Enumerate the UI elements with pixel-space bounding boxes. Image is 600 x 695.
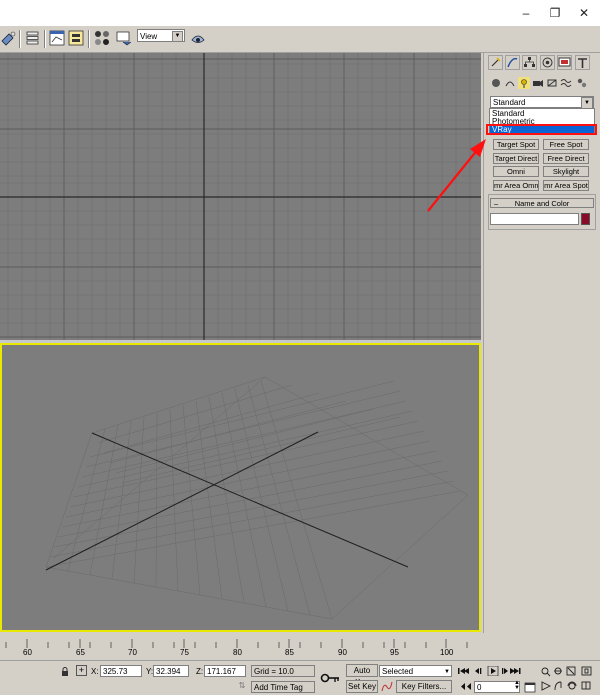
render-view-select[interactable]: View ▼ xyxy=(137,29,185,42)
key-curve-icon[interactable] xyxy=(380,680,394,693)
helpers-icon[interactable] xyxy=(546,77,558,89)
create-icon xyxy=(491,57,501,67)
rollout-title: Name and Color xyxy=(514,199,570,208)
x-label: X: xyxy=(91,667,99,676)
time-tag-icon[interactable]: ⇅ xyxy=(236,681,248,693)
hierarchy-icon xyxy=(524,57,535,67)
light-type-select[interactable]: Standard ▼ xyxy=(490,96,594,109)
timeline[interactable]: 60 65 70 75 80 85 90 95 100 xyxy=(0,636,481,660)
status-bar: + X: 325.73 Y: 32.394 Z: 171.167 Grid = … xyxy=(0,660,600,695)
tab-hierarchy[interactable] xyxy=(522,55,537,70)
close-button[interactable]: ✕ xyxy=(570,0,598,26)
curve-editor-icon[interactable] xyxy=(48,29,66,47)
layer-manager-icon[interactable] xyxy=(24,29,42,47)
tab-motion[interactable] xyxy=(540,55,555,70)
mr-area-spot-button[interactable]: mr Area Spot xyxy=(543,180,589,191)
y-coordinate-field[interactable]: 32.394 xyxy=(153,665,189,677)
tick-label: 90 xyxy=(338,648,347,657)
viewport-navigation-controls[interactable] xyxy=(540,666,600,694)
display-icon xyxy=(558,57,571,67)
annotation-arrow-icon xyxy=(427,139,486,212)
set-key-button[interactable]: Set Key xyxy=(346,680,378,693)
tick-label: 80 xyxy=(233,648,242,657)
render-setup-icon[interactable] xyxy=(115,29,133,47)
minimize-button[interactable]: – xyxy=(512,0,540,26)
utilities-icon xyxy=(578,58,587,68)
tab-modify[interactable] xyxy=(505,55,520,70)
key-mode-select[interactable]: Selected ▼ xyxy=(379,665,452,677)
tick-label: 65 xyxy=(76,648,85,657)
tab-display[interactable] xyxy=(557,55,572,70)
free-spot-button[interactable]: Free Spot xyxy=(543,139,589,150)
perspective-viewport[interactable] xyxy=(0,343,481,632)
annotation-highlight-box xyxy=(486,124,597,135)
key-filters-button[interactable]: Key Filters... xyxy=(396,680,452,693)
lock-icon[interactable] xyxy=(61,667,69,676)
z-coordinate-field[interactable]: 171.167 xyxy=(204,665,246,677)
tick-label: 75 xyxy=(180,648,189,657)
frame-spinner[interactable]: ▲ ▼ xyxy=(514,680,521,692)
free-direct-button[interactable]: Free Direct xyxy=(543,153,589,164)
shapes-icon[interactable] xyxy=(504,77,516,89)
material-editor-icon[interactable] xyxy=(93,29,111,47)
tab-create[interactable] xyxy=(488,55,503,70)
command-panel: Standard ▼ Standard Photometric VRay Tar… xyxy=(483,53,600,633)
time-configuration-icon[interactable] xyxy=(524,681,536,693)
main-toolbar: View ▼ xyxy=(0,26,600,53)
skylight-button[interactable]: Skylight xyxy=(543,166,589,177)
target-direct-button[interactable]: Target Direct xyxy=(493,153,539,164)
modify-icon xyxy=(507,57,518,68)
auto-key-button[interactable]: Auto Key xyxy=(346,664,378,687)
object-color-swatch[interactable] xyxy=(581,213,590,225)
tick-label: 100 xyxy=(440,648,454,657)
add-time-tag-button[interactable]: Add Time Tag xyxy=(251,681,315,693)
omni-button[interactable]: Omni xyxy=(493,166,539,177)
timeline-ruler[interactable] xyxy=(0,636,481,648)
target-spot-button[interactable]: Target Spot xyxy=(493,139,539,150)
tick-label: 60 xyxy=(23,648,32,657)
object-name-input[interactable] xyxy=(490,213,579,225)
lights-icon[interactable] xyxy=(518,77,530,89)
x-coordinate-field[interactable]: 325.73 xyxy=(100,665,142,677)
systems-icon[interactable] xyxy=(576,77,588,89)
geometry-icon[interactable] xyxy=(490,77,502,89)
schematic-view-icon[interactable] xyxy=(67,29,85,47)
top-viewport[interactable] xyxy=(0,53,481,340)
chevron-down-icon: ▼ xyxy=(444,669,450,675)
title-bar: – ❐ ✕ xyxy=(0,0,600,26)
collapse-icon: – xyxy=(494,199,499,208)
tick-label: 85 xyxy=(285,648,294,657)
z-label: Z: xyxy=(196,667,204,676)
rollout-header[interactable]: – Name and Color xyxy=(490,198,594,208)
motion-icon xyxy=(542,57,553,68)
set-key-icon[interactable] xyxy=(320,672,340,684)
cameras-icon[interactable] xyxy=(532,77,544,89)
mr-area-omni-button[interactable]: mr Area Omni xyxy=(493,180,539,191)
paint-selection-icon[interactable] xyxy=(0,29,18,47)
absolute-mode-icon[interactable]: + xyxy=(76,665,87,676)
tab-utilities[interactable] xyxy=(575,55,590,70)
key-mode-toggle-icon[interactable] xyxy=(460,682,472,691)
playback-controls[interactable] xyxy=(457,666,521,676)
tick-label: 70 xyxy=(128,648,137,657)
restore-button[interactable]: ❐ xyxy=(541,0,569,26)
space-warps-icon[interactable] xyxy=(560,77,572,89)
quick-render-icon[interactable] xyxy=(189,29,207,47)
chevron-down-icon: ▼ xyxy=(172,31,183,42)
tick-label: 95 xyxy=(390,648,399,657)
grid-readout: Grid = 10.0 xyxy=(251,665,315,677)
